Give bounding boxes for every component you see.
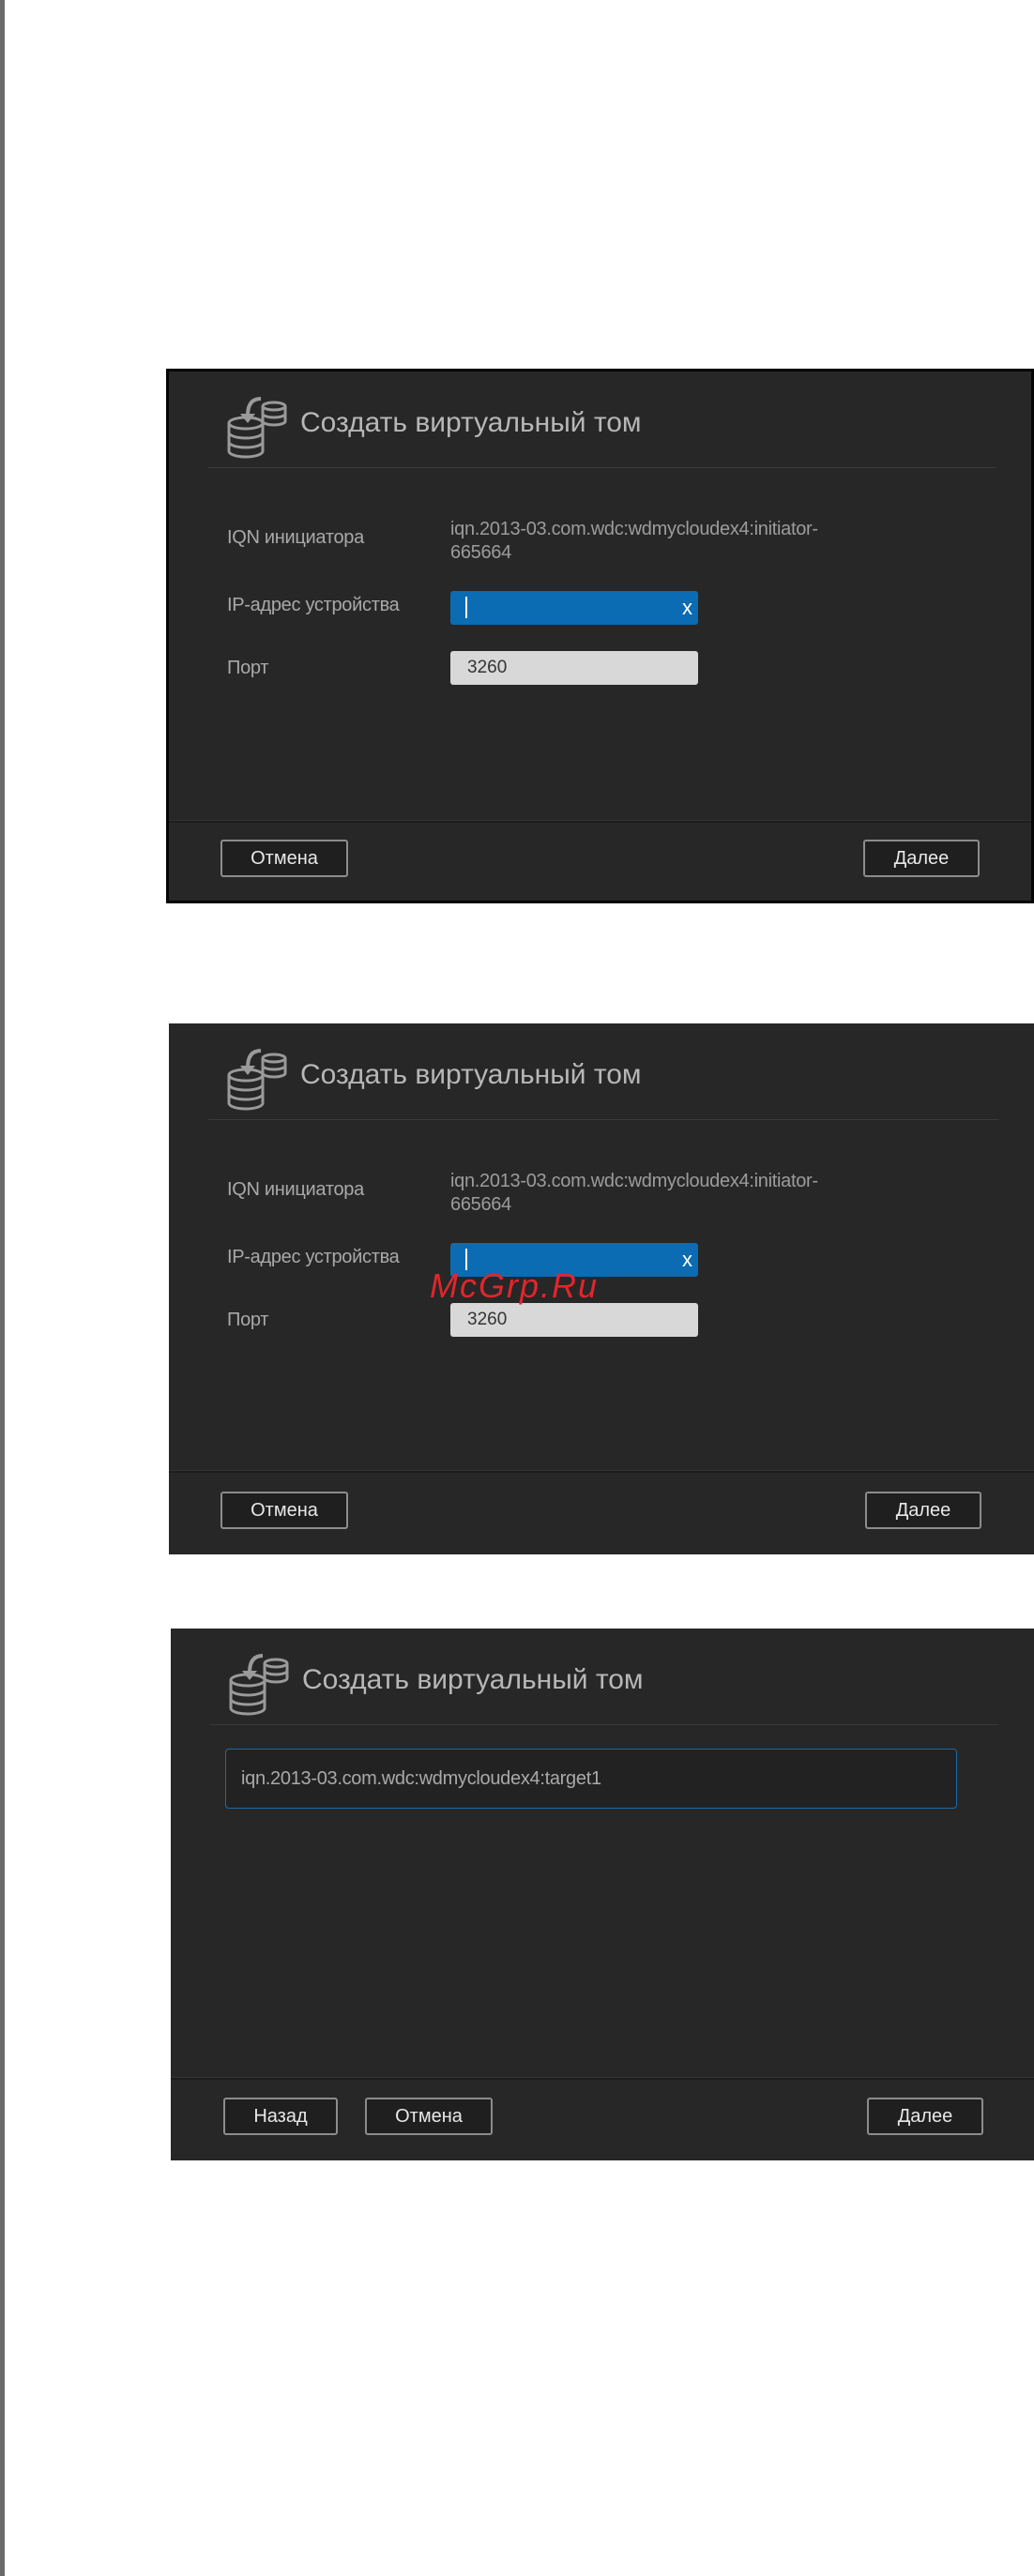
title-divider [208,467,996,468]
port-input[interactable]: 3260 [450,1303,698,1337]
ip-label: IP-адрес устройства [227,1247,400,1267]
database-arrow-icon [227,397,287,459]
title-divider [208,1119,998,1120]
iqn-value: iqn.2013-03.com.wdc:wdmycloudex4:initiat… [450,1171,818,1215]
iqn-label: IQN инициатора [227,527,364,548]
target-iqn-field[interactable]: iqn.2013-03.com.wdc:wdmycloudex4:target1 [225,1749,957,1809]
port-label: Порт [227,658,269,678]
iqn-label: IQN инициатора [227,1179,364,1200]
iqn-value: iqn.2013-03.com.wdc:wdmycloudex4:initiat… [450,519,818,563]
back-button[interactable]: Назад [223,2098,338,2135]
footer-divider [169,820,1031,823]
close-icon[interactable]: x [682,1245,692,1275]
ip-address-input[interactable]: x [450,591,698,625]
text-caret [465,597,467,618]
database-arrow-icon [229,1654,289,1716]
next-button[interactable]: Далее [863,840,980,877]
page-left-rule [0,0,5,2576]
create-volume-dialog-3: Создать виртуальный том iqn.2013-03.com.… [171,1629,1034,2160]
cancel-button[interactable]: Отмена [220,1492,348,1529]
next-button[interactable]: Далее [865,1492,981,1529]
create-volume-dialog-1: Создать виртуальный том IQN инициатора i… [166,369,1034,903]
create-volume-dialog-2: Создать виртуальный том IQN инициатора i… [169,1023,1034,1554]
watermark-text: McGrp.Ru [430,1266,600,1305]
title-divider [210,1724,998,1725]
port-input[interactable]: 3260 [450,651,698,685]
cancel-button[interactable]: Отмена [365,2098,493,2135]
dialog-title: Создать виртуальный том [300,1059,642,1090]
footer-divider [169,1470,1034,1473]
ip-label: IP-адрес устройства [227,595,400,615]
next-button[interactable]: Далее [867,2098,983,2135]
dialog-title: Создать виртуальный том [300,407,642,438]
footer-divider [171,2077,1034,2080]
database-arrow-icon [227,1049,287,1111]
close-icon[interactable]: x [682,593,692,623]
dialog-title: Создать виртуальный том [302,1664,644,1695]
cancel-button[interactable]: Отмена [220,840,348,877]
port-label: Порт [227,1310,269,1330]
